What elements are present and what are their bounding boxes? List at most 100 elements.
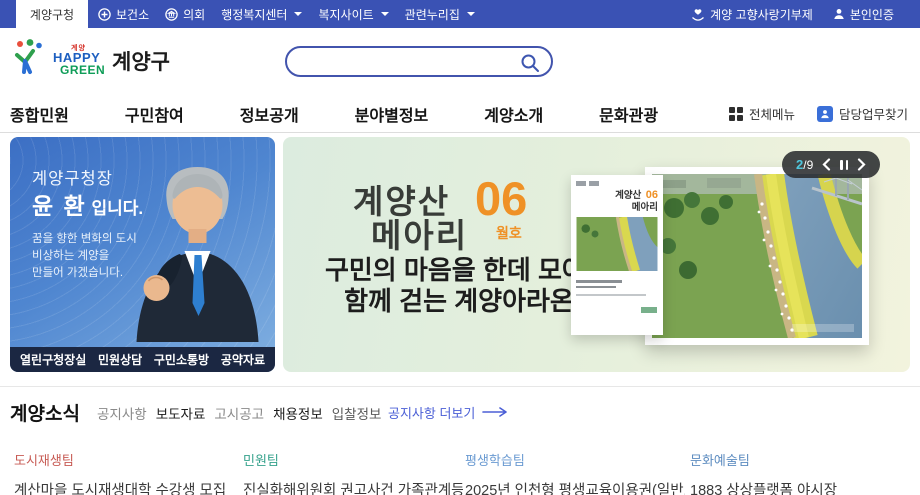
site-logo[interactable]: 계양 HAPPY GREEN 계양구: [12, 39, 170, 82]
chevron-down-icon: [381, 12, 389, 16]
news-item-link[interactable]: 진실화해위원회 권고사건 가족관계등록부 정: [243, 479, 463, 495]
slideshow-pager: 2/9: [782, 151, 880, 178]
hero-banner: 계양산 메아리 06 월호 구민의 마음을 한데 모아, 함께 걷는 계양아라온: [283, 137, 910, 372]
nav-item-civil-services[interactable]: 종합민원: [10, 102, 69, 126]
hometown-donation-label: 계양 고향사랑기부제: [710, 6, 813, 23]
all-menu-label: 전체메뉴: [749, 104, 795, 123]
next-slide-button[interactable]: [857, 158, 866, 171]
mayor-name: 윤 환: [32, 193, 87, 219]
search-icon[interactable]: [520, 53, 540, 78]
all-menu-button[interactable]: 전체메뉴: [729, 104, 795, 123]
duty-finder-label: 담당업무찾기: [839, 104, 908, 123]
council-icon: [165, 8, 178, 21]
hero-magazine-title-line2: 메아리: [371, 209, 468, 257]
list-item: 민원팀 진실화해위원회 권고사건 가족관계등록부 정: [243, 450, 463, 495]
mayor-slogan-line: 비상하는 계양을: [32, 248, 137, 265]
hero-issue-number: 06: [475, 171, 527, 226]
magazine-cover-title: 계양산 06 메아리: [576, 189, 658, 213]
pause-slideshow-button[interactable]: [840, 160, 848, 170]
identity-verify-link[interactable]: 본인인증: [833, 6, 894, 23]
search-input[interactable]: [301, 50, 511, 73]
arrow-right-icon: [482, 405, 508, 420]
news-item-link[interactable]: 계산마을 도시재생대학 수강생 모집: [14, 479, 234, 495]
person-icon: [833, 8, 845, 20]
identity-verify-label: 본인인증: [850, 6, 894, 23]
logo-green: GREEN: [60, 63, 105, 77]
list-item: 문화예술팀 1883 상상플랫폼 야시장: [690, 450, 910, 495]
news-item-link[interactable]: 2025년 인천형 평생교육이용권(일반, 장애인): [465, 479, 685, 495]
mayor-menu-open-office[interactable]: 열린구청장실: [20, 351, 86, 368]
magazine-cover-photo: [576, 217, 658, 271]
nav-item-culture-tourism[interactable]: 문화관광: [599, 102, 658, 126]
mayor-slogan-line: 만들어 가겠습니다.: [32, 265, 137, 282]
chevron-down-icon: [294, 12, 302, 16]
main-nav-items: 종합민원 구민참여 정보공개 분야별정보 계양소개 문화관광: [10, 95, 658, 132]
tab-district-office[interactable]: 계양구청: [16, 0, 88, 28]
mayor-slogan: 꿈을 향한 변화의 도시 비상하는 계양을 만들어 가겠습니다.: [32, 231, 137, 282]
topbar-link-label: 의회: [183, 6, 205, 23]
topbar-link-related-sites[interactable]: 관련누리집: [405, 6, 475, 23]
nav-item-info-disclosure[interactable]: 정보공개: [240, 102, 299, 126]
mayor-name-suffix: 입니다.: [87, 199, 143, 218]
mayor-menu-pledges[interactable]: 공약자료: [221, 351, 265, 368]
team-label: 민원팀: [243, 450, 463, 469]
magazine-cover[interactable]: 계양산 06 메아리: [571, 175, 663, 335]
hometown-donation-link[interactable]: 계양 고향사랑기부제: [691, 6, 813, 23]
tab-recruitment[interactable]: 채용정보: [273, 403, 323, 423]
section-divider: [0, 386, 920, 387]
person-badge-icon: [817, 106, 833, 122]
mayor-slogan-line: 꿈을 향한 변화의 도시: [32, 231, 137, 248]
news-tabs: 공지사항 보도자료 고시공고 채용정보 입찰정보: [97, 403, 381, 423]
happy-green-figure-icon: [12, 39, 46, 82]
team-label: 문화예술팀: [690, 450, 910, 469]
nav-item-about-gyeyang[interactable]: 계양소개: [484, 102, 543, 126]
list-item: 평생학습팀 2025년 인천형 평생교육이용권(일반, 장애인): [465, 450, 685, 495]
header: 계양 HAPPY GREEN 계양구: [0, 28, 920, 95]
nav-item-participation[interactable]: 구민참여: [125, 102, 184, 126]
mayor-menu-communication[interactable]: 구민소통방: [154, 351, 209, 368]
main-nav: 종합민원 구민참여 정보공개 분야별정보 계양소개 문화관광 전체메뉴 담당업무…: [0, 95, 920, 133]
topbar-link-label: 관련누리집: [405, 6, 460, 23]
hand-heart-icon: [691, 8, 705, 21]
news-more-label: 공지사항 더보기: [388, 403, 475, 422]
tab-bidding[interactable]: 입찰정보: [332, 403, 382, 423]
topbar-link-health-center[interactable]: 보건소: [98, 6, 149, 23]
magazine-logo-mark: [641, 307, 657, 313]
list-item: 도시재생팀 계산마을 도시재생대학 수강생 모집: [14, 450, 234, 495]
topbar-link-admin-welfare-center[interactable]: 행정복지센터: [221, 6, 302, 23]
topbar-right: 계양 고향사랑기부제 본인인증: [691, 0, 894, 28]
grid-menu-icon: [729, 107, 743, 121]
news-item-link[interactable]: 1883 상상플랫폼 야시장: [690, 479, 910, 495]
news-more-link[interactable]: 공지사항 더보기: [388, 403, 508, 422]
topbar-links: 보건소 의회 행정복지센터 복지사이트 관련누리집: [98, 0, 475, 28]
site-title: 계양구: [112, 46, 170, 76]
magazine-issue-number: 06: [646, 189, 658, 201]
magazine-title-line1: 계양산: [615, 190, 641, 201]
magazine-footer-line: [576, 294, 646, 296]
prev-slide-button[interactable]: [822, 158, 831, 171]
team-label: 도시재생팀: [14, 450, 234, 469]
hero-photo[interactable]: [645, 167, 869, 345]
team-label: 평생학습팀: [465, 450, 685, 469]
tab-notices[interactable]: 공지사항: [97, 403, 147, 423]
magazine-caption-lines: [576, 280, 658, 288]
news-section-title: 계양소식: [10, 399, 80, 426]
mayor-banner-subtitle: 계양구청장: [32, 165, 113, 189]
nav-item-sector-info[interactable]: 분야별정보: [355, 102, 429, 126]
tab-press[interactable]: 보도자료: [156, 403, 206, 423]
duty-finder-button[interactable]: 담당업무찾기: [817, 104, 908, 123]
topbar-link-welfare-site[interactable]: 복지사이트: [318, 6, 388, 23]
hero-issue-label: 월호: [496, 223, 522, 243]
nav-utilities: 전체메뉴 담당업무찾기: [729, 95, 908, 132]
page: 계양구청 보건소 의회 행정복지센터 복지사이트: [0, 0, 920, 495]
mayor-menu-consultation[interactable]: 민원상담: [98, 351, 142, 368]
top-utility-bar: 계양구청 보건소 의회 행정복지센터 복지사이트: [0, 0, 920, 28]
mayor-photo: [120, 157, 275, 347]
mayor-quick-menu: 열린구청장실 민원상담 구민소통방 공약자료: [10, 347, 275, 372]
tab-announcements[interactable]: 고시공고: [214, 403, 264, 423]
topbar-link-label: 보건소: [116, 6, 149, 23]
topbar-link-council[interactable]: 의회: [165, 6, 205, 23]
search-bar: [285, 46, 553, 77]
topbar-link-label: 행정복지센터: [221, 6, 287, 23]
health-center-icon: [98, 8, 111, 21]
